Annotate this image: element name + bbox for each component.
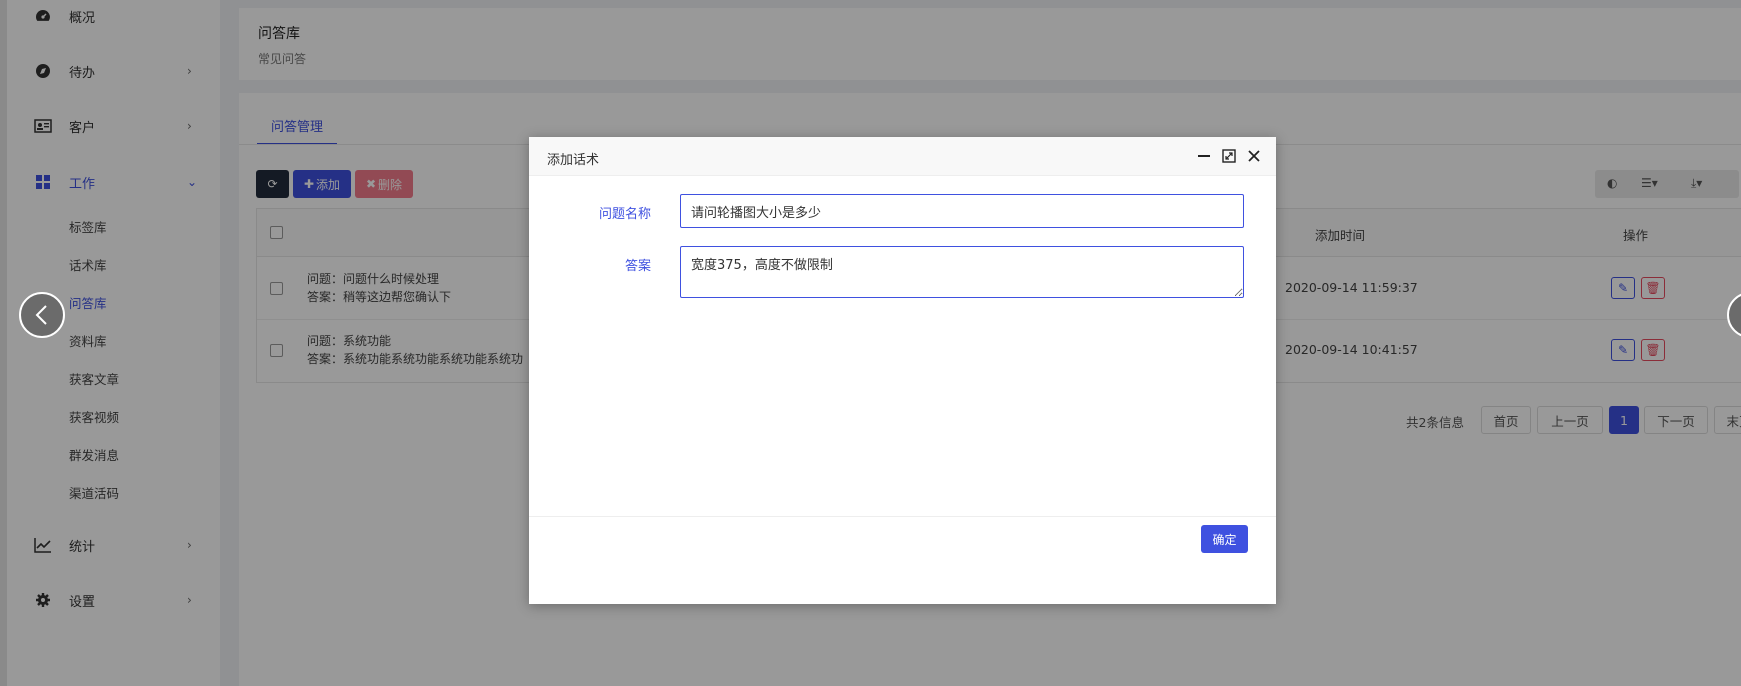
maximize-icon[interactable] — [1220, 147, 1238, 165]
chevron-left-icon — [35, 305, 47, 325]
answer-textarea[interactable]: 宽度375，高度不做限制 — [680, 246, 1244, 298]
question-input[interactable] — [680, 194, 1244, 228]
modal-title: 添加话术 — [547, 153, 600, 168]
close-icon[interactable] — [1245, 147, 1263, 165]
add-script-modal: 添加话术 问题名称 答案 宽度375，高度不做限制 确定 — [529, 137, 1276, 604]
answer-label: 答案 — [624, 259, 651, 274]
question-label: 问题名称 — [598, 207, 651, 222]
prev-arrow-button[interactable] — [19, 292, 65, 338]
minimize-icon[interactable] — [1195, 147, 1213, 165]
modal-footer-divider — [529, 516, 1276, 517]
confirm-button[interactable]: 确定 — [1201, 525, 1248, 553]
modal-header: 添加话术 — [529, 137, 1276, 176]
